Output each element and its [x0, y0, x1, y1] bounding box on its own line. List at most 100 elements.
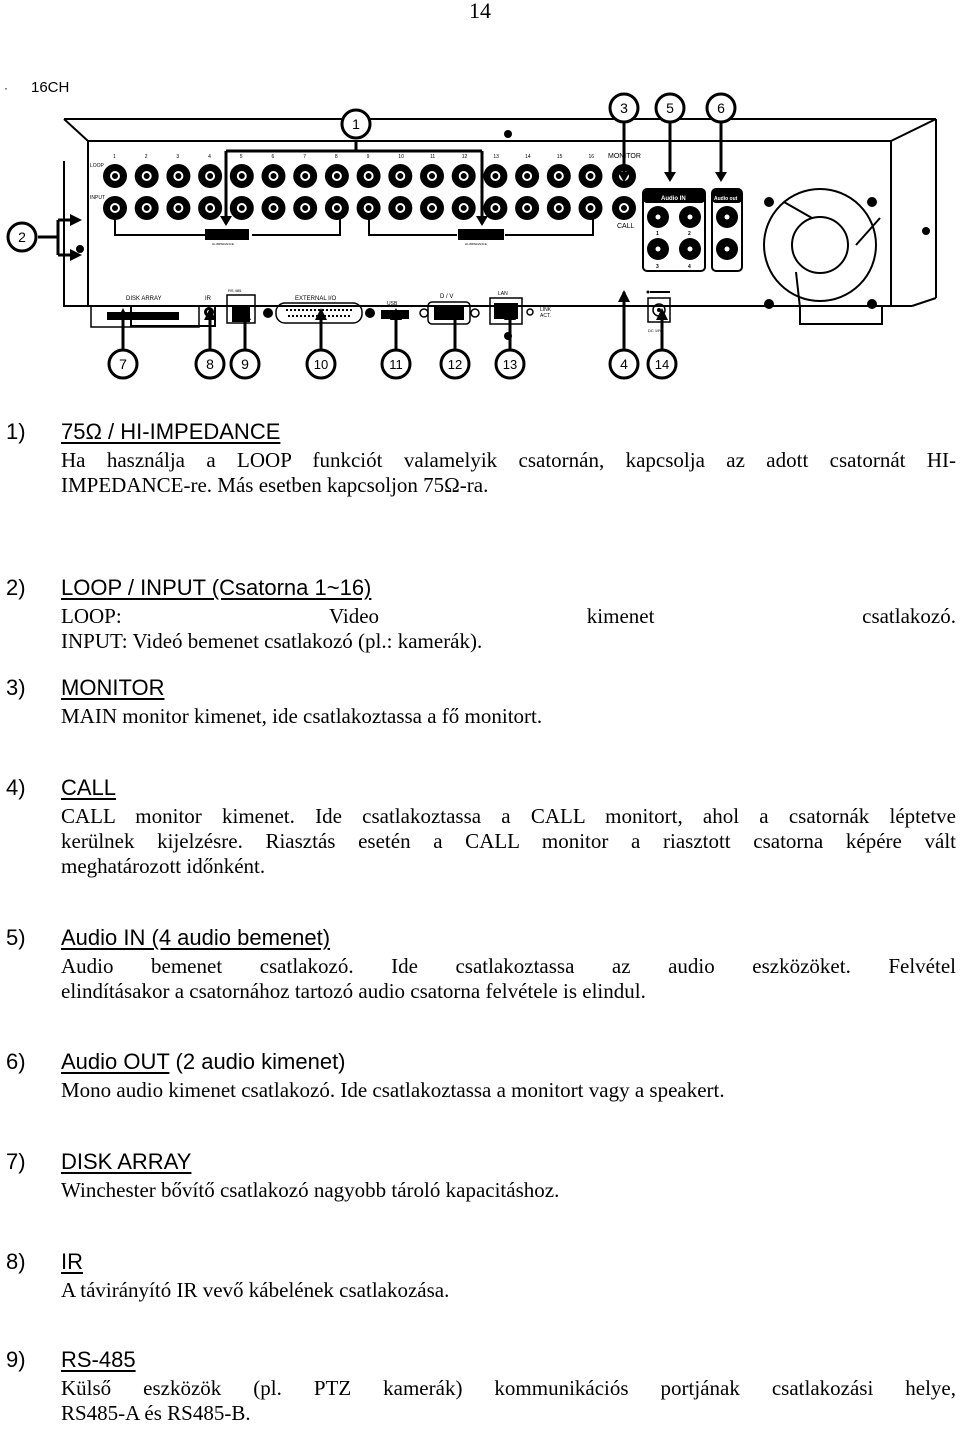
screw-icon	[504, 130, 512, 138]
input-bnc-connector[interactable]	[388, 196, 413, 220]
loop-bnc-connector[interactable]	[293, 164, 318, 188]
channel-number-label: 5	[240, 154, 243, 160]
description-section: 6) Audio OUT (2 audio kimenet) Mono audio …	[0, 1048, 960, 1102]
call-bnc-connector[interactable]	[612, 196, 636, 220]
loop-bnc-connector[interactable]	[134, 164, 159, 188]
input-bnc-connector[interactable]	[261, 196, 286, 220]
input-bnc-connector[interactable]	[515, 196, 540, 220]
fan-icon	[763, 188, 881, 309]
callout-number: 2	[18, 229, 26, 245]
description-section: 9) RS-485 Külső eszközök (pl. PTZ kamerák)…	[0, 1346, 960, 1425]
loop-bnc-connector[interactable]	[324, 164, 349, 188]
connector-pin	[724, 214, 730, 220]
input-bnc-connector[interactable]	[198, 196, 223, 220]
switch-label: HI-IMPEDANCE	[212, 242, 234, 246]
switch-label: HI-IMPEDANCE	[465, 242, 487, 246]
disk-array-port[interactable]: DISK ARRAY	[90, 296, 200, 328]
lan-port[interactable]: LAN LINK ACT.	[489, 291, 552, 340]
input-bnc-connector[interactable]	[293, 196, 318, 220]
channel-number-label: 7	[303, 154, 306, 160]
impedance-switch-bank: HI-IMPEDANCE HI-IMPEDANCE	[114, 214, 594, 246]
loop-bnc-connector[interactable]	[420, 164, 444, 188]
impedance-switch[interactable]	[458, 229, 504, 240]
section-title: 75Ω / HI-IMPEDANCE	[61, 418, 280, 446]
arrow-down-icon	[220, 216, 232, 226]
channel-number-label: 6	[272, 154, 275, 160]
arrow-down-icon	[664, 172, 676, 182]
loop-bnc-connector[interactable]	[198, 164, 223, 188]
loop-bnc-connector[interactable]	[578, 164, 603, 188]
loop-bnc-connector[interactable]	[166, 164, 191, 188]
input-bnc-connector[interactable]	[166, 196, 191, 220]
connector-pin	[655, 246, 661, 252]
input-bnc-connector[interactable]	[451, 196, 476, 220]
loop-bnc-connector[interactable]	[388, 164, 413, 188]
loop-bnc-connector[interactable]	[103, 164, 127, 188]
impedance-switch[interactable]	[205, 229, 249, 240]
section-number: 7)	[6, 1149, 26, 1174]
audio-in-panel: Audio IN	[642, 188, 706, 272]
audio-in-port-number: 2	[688, 231, 691, 237]
section-title-underlined: DISK ARRAY	[61, 1149, 192, 1174]
input-bnc-connector[interactable]	[134, 196, 159, 220]
audio-in-label: Audio IN	[661, 196, 686, 202]
loop-bnc-connector[interactable]	[515, 164, 540, 188]
section-body: A távirányító IR vevő kábelének csatlako…	[61, 1278, 956, 1303]
section-body-line: Mono audio kimenet csatlakozó. Ide csatl…	[61, 1078, 725, 1102]
callout-number: 10	[314, 357, 328, 372]
section-title-underlined: MONITOR	[61, 675, 165, 700]
section-title-underlined: 75Ω / HI-IMPEDANCE	[61, 419, 281, 444]
dvr-rear-panel-diagram: · 16CH LOOP INPUT 1 2 3 4 5 6 7 8 9 10 11 12 13 14 15 1…	[4, 79, 937, 380]
page-number-text: 14	[469, 0, 491, 23]
section-title: RS-485	[61, 1346, 136, 1374]
input-bnc-connector[interactable]	[324, 196, 349, 220]
callout-number: 1	[352, 116, 360, 132]
callout-number: 5	[666, 100, 674, 116]
loop-bnc-connector[interactable]	[546, 164, 571, 188]
loop-bnc-connector[interactable]	[483, 164, 508, 188]
section-title-underlined: RS-485	[61, 1347, 136, 1372]
section-body-line: RS485-A és RS485-B.	[61, 1401, 251, 1425]
section-heading: 9) RS-485	[0, 1346, 960, 1374]
channel-number-label: 14	[525, 154, 531, 160]
section-number: 5)	[6, 925, 26, 950]
input-bnc-connector[interactable]	[546, 196, 571, 220]
section-title: Audio IN (4 audio bemenet)	[61, 924, 330, 952]
section-title-underlined: Audio IN (4 audio bemenet)	[61, 925, 331, 950]
loop-bnc-connector[interactable]	[261, 164, 286, 188]
section-number: 4)	[6, 775, 26, 800]
section-body-line: Külső eszközök (pl. PTZ kamerák) kommuni…	[61, 1376, 956, 1400]
dc-power-port[interactable]: DC 19V	[646, 290, 671, 334]
audio-in-port-number: 1	[656, 231, 659, 237]
section-title: Audio OUT (2 audio kimenet)	[61, 1048, 346, 1076]
page-number: 14	[0, 0, 960, 24]
loop-bnc-connector[interactable]	[356, 164, 381, 188]
section-title-underlined: CALL	[61, 775, 117, 800]
input-bnc-connector[interactable]	[229, 196, 254, 220]
section-title-underlined: Audio OUT	[61, 1049, 170, 1074]
section-heading: 8) IR	[0, 1248, 960, 1276]
input-bnc-connector[interactable]	[578, 196, 603, 220]
section-body-line: LOOP: Video kimenet csatlakozó.	[61, 604, 956, 628]
model-label: 16CH	[31, 79, 69, 96]
section-title: IR	[61, 1248, 83, 1276]
callout-number: 4	[620, 356, 628, 372]
section-body: Külső eszközök (pl. PTZ kamerák) kommuni…	[61, 1376, 956, 1426]
loop-bnc-connector[interactable]	[229, 164, 254, 188]
audio-out-label: Audio out	[714, 196, 738, 202]
section-number: 6)	[6, 1049, 26, 1074]
bullet: ·	[4, 81, 8, 95]
arrow-up-icon	[618, 290, 630, 302]
usb-label: USB	[387, 301, 398, 307]
fan-screw-icon	[867, 197, 877, 207]
section-heading: 6) Audio OUT (2 audio kimenet)	[0, 1048, 960, 1076]
screw-icon	[922, 227, 930, 235]
loop-bnc-connector[interactable]	[451, 164, 476, 188]
input-bnc-connector[interactable]	[420, 196, 444, 220]
section-number: 2)	[6, 575, 26, 600]
arrow-down-icon	[715, 172, 727, 182]
callout-number: 11	[389, 357, 403, 372]
fan-screw-icon	[764, 197, 774, 207]
section-title-underlined: IR	[61, 1249, 83, 1274]
section-body-line: kerülnek kijelzésre. Riasztás esetén a C…	[61, 829, 956, 853]
